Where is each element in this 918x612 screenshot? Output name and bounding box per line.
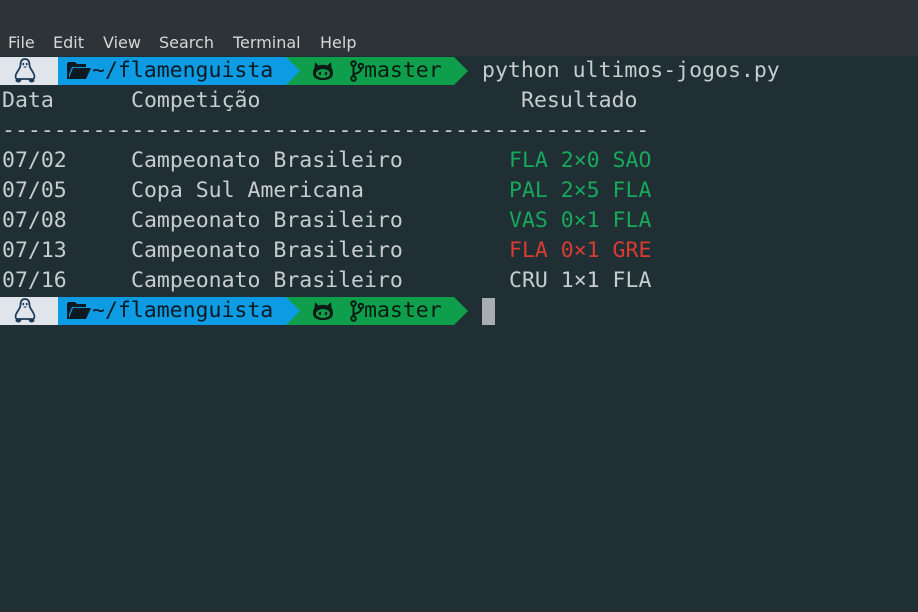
row-date: 07/16 [2,268,67,293]
segment-arrow [454,297,468,325]
menu-bar: File Edit View Search Terminal Help [0,28,918,56]
row-date: 07/13 [2,238,67,263]
prompt-git-segment: master [300,297,454,325]
prompt-branch: master [364,58,442,83]
row-result: PAL 2×5 FLA [509,178,652,203]
menu-view[interactable]: View [103,32,141,54]
prompt-directory: ~/flamenguista [92,58,274,83]
row-result: FLA 2×0 SAO [509,148,652,173]
header-competition: Competição [131,88,261,113]
git-branch-icon [350,300,364,322]
linux-tux-icon [14,58,36,83]
segment-arrow [286,297,300,325]
folder-open-icon [67,302,91,319]
menu-search[interactable]: Search [159,32,214,54]
prompt-dir-segment: ~/flamenguista [58,57,286,85]
linux-tux-icon [14,298,36,323]
row-competition: Campeonato Brasileiro [131,208,403,233]
table-row: 07/13 Campeonato Brasileiro FLA 0×1 GRE [0,236,918,266]
github-octocat-icon [313,302,333,320]
row-result: FLA 0×1 GRE [509,238,652,263]
prompt-directory: ~/flamenguista [92,298,274,323]
prompt-dir-segment: ~/flamenguista [58,297,286,325]
row-competition: Campeonato Brasileiro [131,268,403,293]
menu-terminal[interactable]: Terminal [233,32,301,54]
row-result: CRU 1×1 FLA [509,268,652,293]
git-branch-icon [350,60,364,82]
terminal-content[interactable]: ~/flamenguista master python ultimos-jog… [0,56,918,612]
typed-command: python ultimos-jogos.py [482,58,780,83]
table-row: 07/05 Copa Sul Americana PAL 2×5 FLA [0,176,918,206]
header-result: Resultado [521,88,638,113]
prompt-os-segment [0,297,58,325]
row-result: VAS 0×1 FLA [509,208,652,233]
menu-help[interactable]: Help [320,32,356,54]
menu-edit[interactable]: Edit [53,32,84,54]
terminal-window: File Edit View Search Terminal Help ~/fl… [0,0,918,612]
table-row: 07/02 Campeonato Brasileiro FLA 2×0 SAO [0,146,918,176]
row-date: 07/02 [2,148,67,173]
segment-arrow [454,57,468,85]
header-date: Data [2,88,54,113]
table-header: Data Competição Resultado [0,86,918,116]
menu-file[interactable]: File [8,32,35,54]
table-row: 07/16 Campeonato Brasileiro CRU 1×1 FLA [0,266,918,296]
table-separator: ----------------------------------------… [2,118,650,143]
row-competition: Campeonato Brasileiro [131,238,403,263]
github-octocat-icon [313,62,333,80]
segment-arrow [286,57,300,85]
prompt-git-segment: master [300,57,454,85]
row-competition: Copa Sul Americana [131,178,364,203]
terminal-cursor[interactable] [482,298,495,325]
shell-prompt: ~/flamenguista master [0,56,918,86]
prompt-branch: master [364,298,442,323]
shell-prompt: ~/flamenguista master [0,296,918,326]
folder-open-icon [67,62,91,79]
title-bar[interactable] [0,0,918,28]
row-date: 07/08 [2,208,67,233]
row-competition: Campeonato Brasileiro [131,148,403,173]
row-date: 07/05 [2,178,67,203]
table-row: 07/08 Campeonato Brasileiro VAS 0×1 FLA [0,206,918,236]
prompt-os-segment [0,57,58,85]
